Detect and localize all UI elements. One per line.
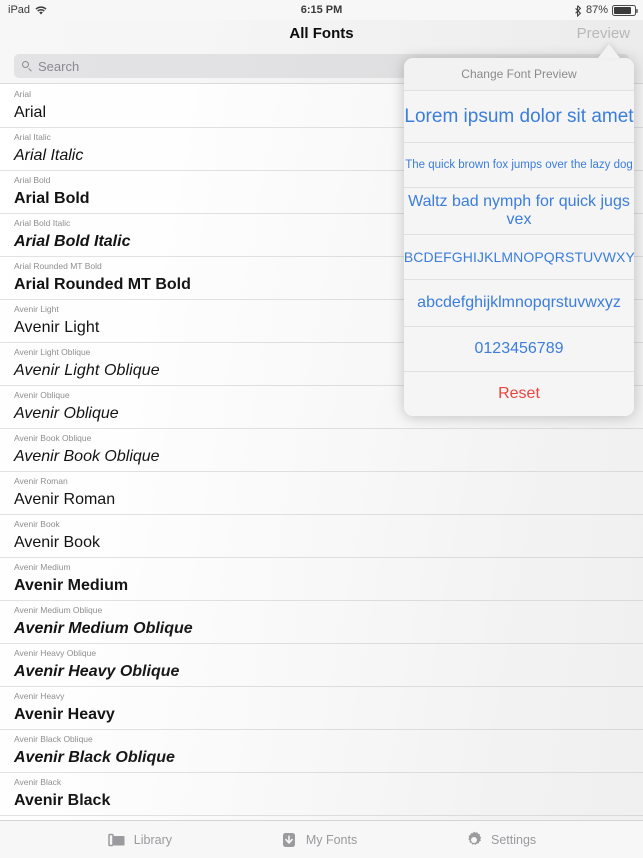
font-name-label: Avenir Black bbox=[14, 777, 62, 787]
status-bar-time: 6:15 PM bbox=[300, 4, 343, 16]
download-icon bbox=[279, 830, 299, 850]
popover-header: Change Font Preview bbox=[404, 58, 634, 90]
font-name-label: Avenir Black Oblique bbox=[14, 734, 93, 744]
popover-option[interactable]: Reset bbox=[404, 371, 634, 416]
font-list-row[interactable]: Avenir Black Oblique Avenir Black Oblique bbox=[0, 730, 643, 773]
font-name-label: Avenir Book bbox=[14, 519, 60, 529]
font-list-row[interactable]: Avenir Book Avenir Book bbox=[0, 515, 643, 558]
font-name-label: Avenir Heavy Oblique bbox=[14, 648, 97, 658]
font-list-row[interactable]: Avenir Black Avenir Black bbox=[0, 773, 643, 816]
battery-percent: 87% bbox=[585, 4, 608, 16]
search-icon bbox=[22, 60, 33, 72]
font-name-label: Avenir Medium bbox=[14, 562, 71, 572]
font-sample-text: Avenir Black bbox=[14, 792, 111, 809]
battery-full-icon bbox=[612, 4, 638, 16]
font-sample-text: Avenir Medium bbox=[14, 577, 129, 594]
font-list-row[interactable]: Avenir Medium Avenir Medium bbox=[0, 558, 643, 601]
font-list-row[interactable]: Avenir Heavy Oblique Avenir Heavy Oblique bbox=[0, 644, 643, 687]
font-list-row[interactable]: Avenir Medium Oblique Avenir Medium Obliq… bbox=[0, 601, 643, 644]
tab-settings[interactable]: Settings bbox=[464, 830, 536, 850]
bluetooth-icon bbox=[574, 5, 582, 18]
search-input[interactable]: Search bbox=[38, 59, 79, 74]
popover-option-list[interactable]: Lorem ipsum dolor sit amet The quick brow… bbox=[404, 90, 634, 416]
font-sample-text: Avenir Heavy Oblique bbox=[14, 663, 180, 680]
page-title: All Fonts bbox=[289, 25, 354, 42]
font-sample-text: Avenir Book bbox=[14, 534, 100, 551]
font-list-row[interactable]: Avenir Roman Avenir Roman bbox=[0, 472, 643, 515]
app-root: iPad 6:15 PM 87% All Fonts Preview Searc… bbox=[0, 0, 643, 858]
status-bar-right: 87% bbox=[574, 4, 638, 18]
popover-option[interactable]: Lorem ipsum dolor sit amet bbox=[404, 90, 634, 142]
tab-library[interactable]: Library bbox=[107, 830, 172, 850]
tab-my-fonts-label: My Fonts bbox=[305, 832, 358, 847]
popover-option[interactable]: abcdefghijklmnopqrstuvwxyz bbox=[404, 279, 634, 326]
font-sample-text: Avenir Roman bbox=[14, 491, 116, 508]
navigation-bar: All Fonts Preview bbox=[0, 20, 643, 48]
popover-option[interactable]: ABCDEFGHIJKLMNOPQRSTUVWXYZ bbox=[404, 234, 634, 279]
font-name-label: Avenir Roman bbox=[14, 476, 68, 486]
font-name-label: Avenir Medium Oblique bbox=[14, 605, 103, 615]
tab-settings-label: Settings bbox=[491, 832, 537, 847]
popover-option[interactable]: 0123456789 bbox=[404, 326, 634, 371]
tab-my-fonts[interactable]: My Fonts bbox=[279, 830, 357, 850]
library-icon bbox=[107, 830, 127, 850]
popover-option[interactable]: Waltz bad nymph for quick jugs vex bbox=[404, 187, 634, 234]
font-list-row[interactable]: Avenir Heavy Avenir Heavy bbox=[0, 687, 643, 730]
font-sample-text: Avenir Heavy bbox=[14, 706, 115, 723]
gear-icon bbox=[464, 830, 484, 850]
font-sample-text: Avenir Book Oblique bbox=[14, 448, 160, 465]
status-bar: iPad 6:15 PM 87% bbox=[0, 0, 643, 20]
font-sample-text: Avenir Medium Oblique bbox=[14, 620, 193, 637]
popover-arrow bbox=[598, 44, 620, 58]
change-font-preview-popover[interactable]: Change Font Preview Lorem ipsum dolor si… bbox=[404, 58, 634, 416]
font-name-label: Avenir Book Oblique bbox=[14, 433, 92, 443]
tab-library-label: Library bbox=[133, 832, 173, 847]
font-list-row[interactable]: Avenir Book Oblique Avenir Book Oblique bbox=[0, 429, 643, 472]
font-name-label: Avenir Heavy bbox=[14, 691, 65, 701]
tab-bar[interactable]: Library My Fonts Settings bbox=[0, 820, 643, 858]
popover-option[interactable]: The quick brown fox jumps over the lazy … bbox=[404, 142, 634, 187]
font-sample-text: Avenir Black Oblique bbox=[14, 749, 175, 766]
